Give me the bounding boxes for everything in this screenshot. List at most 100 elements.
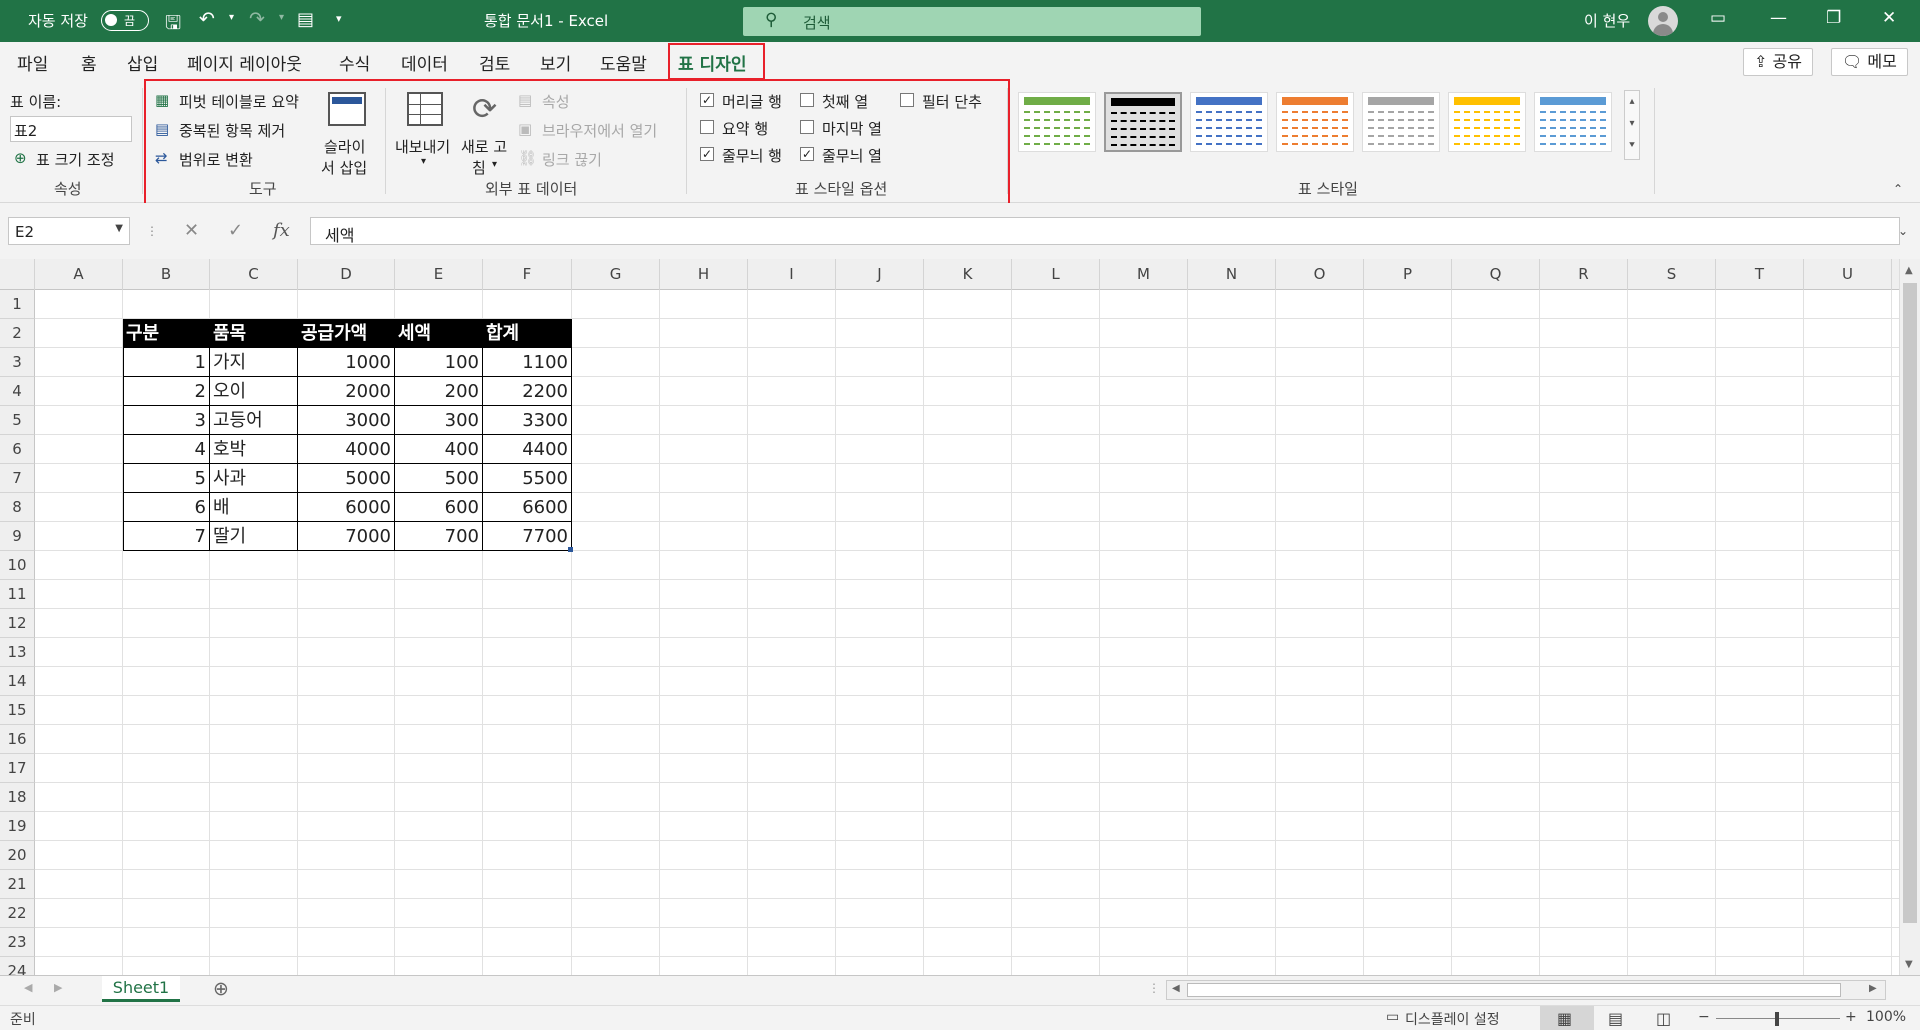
tab-table-design[interactable]: 표 디자인 — [678, 50, 746, 75]
zoom-in-icon[interactable]: + — [1845, 1009, 1857, 1025]
table-cell-supply-amount[interactable]: 4000 — [298, 435, 395, 464]
column-header-i[interactable]: I — [748, 259, 836, 290]
table-cell-category[interactable]: 1 — [123, 348, 210, 377]
page-layout-view-icon[interactable]: ▤ — [1608, 1009, 1623, 1028]
table-cell-item[interactable]: 딸기 — [210, 522, 298, 551]
comments-button[interactable]: 🗨 메모 — [1831, 48, 1908, 76]
autosave-toggle[interactable]: 끔 — [101, 10, 149, 31]
column-header-f[interactable]: F — [483, 259, 572, 290]
expand-formula-bar-icon[interactable]: ⌄ — [1898, 224, 1908, 238]
table-cell-category[interactable]: 5 — [123, 464, 210, 493]
column-header-r[interactable]: R — [1540, 259, 1628, 290]
normal-view-icon[interactable]: ▦ — [1557, 1009, 1572, 1028]
row-header-11[interactable]: 11 — [0, 580, 35, 609]
row-header-14[interactable]: 14 — [0, 667, 35, 696]
column-header-t[interactable]: T — [1716, 259, 1804, 290]
row-header-10[interactable]: 10 — [0, 551, 35, 580]
table-style-swatch-selected[interactable] — [1104, 92, 1182, 152]
tab-file[interactable]: 파일 — [17, 50, 48, 75]
table-header-tax[interactable]: 세액 — [395, 319, 483, 348]
row-header-22[interactable]: 22 — [0, 899, 35, 928]
column-header-g[interactable]: G — [572, 259, 660, 290]
row-header-8[interactable]: 8 — [0, 493, 35, 522]
prev-sheet-icon[interactable]: ◀ — [24, 981, 32, 994]
table-cell-total[interactable]: 4400 — [483, 435, 572, 464]
row-header-21[interactable]: 21 — [0, 870, 35, 899]
row-header-20[interactable]: 20 — [0, 841, 35, 870]
column-header-c[interactable]: C — [210, 259, 298, 290]
sheet-tab-sheet1[interactable]: Sheet1 — [102, 976, 180, 1002]
cancel-icon[interactable]: ✕ — [184, 220, 199, 241]
customize-qat-icon[interactable]: ▾ — [336, 12, 342, 25]
table-cell-total[interactable]: 2200 — [483, 377, 572, 406]
table-cell-supply-amount[interactable]: 1000 — [298, 348, 395, 377]
refresh-button[interactable]: ⟳ 새로 고 침 ▾ — [460, 90, 516, 182]
table-style-swatch[interactable] — [1190, 92, 1268, 152]
table-cell-tax[interactable]: 600 — [395, 493, 483, 522]
ribbon-display-icon[interactable]: ▭ — [1710, 8, 1726, 28]
first-column-checkbox[interactable] — [800, 93, 814, 107]
last-column-checkbox[interactable] — [800, 120, 814, 134]
total-row-checkbox[interactable] — [700, 120, 714, 134]
scroll-down-icon[interactable]: ▼ — [1905, 959, 1913, 970]
table-cell-category[interactable]: 3 — [123, 406, 210, 435]
table-cell-total[interactable]: 7700 — [483, 522, 572, 551]
row-header-1[interactable]: 1 — [0, 290, 35, 319]
column-header-b[interactable]: B — [123, 259, 210, 290]
table-cell-item[interactable]: 호박 — [210, 435, 298, 464]
export-button[interactable]: 내보내기 ▾ — [395, 90, 455, 182]
insert-slicer-button[interactable]: 슬라이 서 삽입 — [320, 90, 380, 182]
column-header-a[interactable]: A — [35, 259, 123, 290]
zoom-level[interactable]: 100% — [1866, 1009, 1906, 1025]
column-header-m[interactable]: M — [1100, 259, 1188, 290]
row-header-24[interactable]: 24 — [0, 957, 35, 975]
tab-help[interactable]: 도움말 — [600, 50, 647, 75]
header-row-checkbox[interactable]: ✓ — [700, 93, 714, 107]
gallery-more-icon[interactable]: ⯆ — [1625, 135, 1639, 157]
table-header-category[interactable]: 구분 — [123, 319, 210, 348]
row-header-3[interactable]: 3 — [0, 348, 35, 377]
form-icon[interactable]: ▤ — [297, 9, 314, 30]
table-cell-tax[interactable]: 100 — [395, 348, 483, 377]
table-cell-tax[interactable]: 300 — [395, 406, 483, 435]
share-button[interactable]: ⇪ 공유 — [1743, 48, 1813, 76]
table-cell-category[interactable]: 2 — [123, 377, 210, 406]
scroll-up-icon[interactable]: ▲ — [1905, 265, 1913, 276]
table-cell-supply-amount[interactable]: 5000 — [298, 464, 395, 493]
column-header-n[interactable]: N — [1188, 259, 1276, 290]
table-style-swatch[interactable] — [1534, 92, 1612, 152]
row-header-5[interactable]: 5 — [0, 406, 35, 435]
display-settings-icon[interactable]: ▭ — [1386, 1009, 1399, 1025]
tab-insert[interactable]: 삽입 — [127, 50, 158, 75]
column-header-q[interactable]: Q — [1452, 259, 1540, 290]
column-header-d[interactable]: D — [298, 259, 395, 290]
table-header-item[interactable]: 품목 — [210, 319, 298, 348]
column-header-j[interactable]: J — [836, 259, 924, 290]
column-header-s[interactable]: S — [1628, 259, 1716, 290]
worksheet-grid[interactable]: ABCDEFGHIJKLMNOPQRSTU 1 2 3 4 5 6 7 8 9 10 11 12 13 1… — [0, 259, 1920, 975]
tab-home[interactable]: 홈 — [81, 50, 97, 75]
name-box-dropdown-icon[interactable]: ▼ — [115, 223, 123, 234]
table-cell-item[interactable]: 고등어 — [210, 406, 298, 435]
undo-dropdown-icon[interactable]: ▾ — [229, 12, 234, 23]
close-icon[interactable]: ✕ — [1882, 8, 1896, 28]
tab-page-layout[interactable]: 페이지 레이아웃 — [187, 50, 302, 75]
column-header-h[interactable]: H — [660, 259, 748, 290]
row-header-13[interactable]: 13 — [0, 638, 35, 667]
row-header-23[interactable]: 23 — [0, 928, 35, 957]
search-box[interactable]: ⚲ 검색 — [743, 7, 1201, 36]
table-cell-category[interactable]: 7 — [123, 522, 210, 551]
row-header-6[interactable]: 6 — [0, 435, 35, 464]
table-cell-tax[interactable]: 200 — [395, 377, 483, 406]
redo-icon[interactable]: ↷ — [249, 8, 265, 30]
enter-icon[interactable]: ✓ — [228, 220, 243, 241]
table-cell-tax[interactable]: 500 — [395, 464, 483, 493]
table-header-total[interactable]: 합계 — [483, 319, 572, 348]
row-header-12[interactable]: 12 — [0, 609, 35, 638]
minimize-icon[interactable]: — — [1770, 8, 1787, 28]
table-cell-supply-amount[interactable]: 6000 — [298, 493, 395, 522]
table-cell-supply-amount[interactable]: 7000 — [298, 522, 395, 551]
row-header-4[interactable]: 4 — [0, 377, 35, 406]
next-sheet-icon[interactable]: ▶ — [54, 981, 62, 994]
scroll-left-icon[interactable]: ◀ — [1172, 983, 1180, 994]
